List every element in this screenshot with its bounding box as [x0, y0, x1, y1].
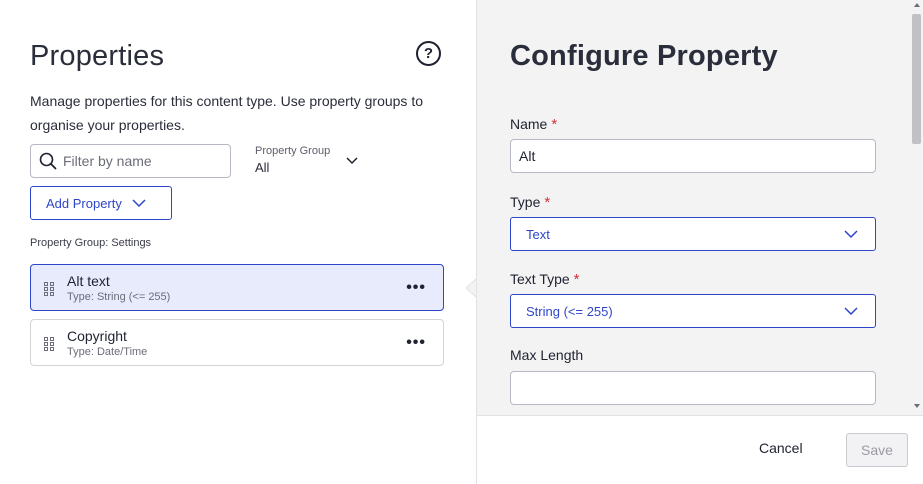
- property-group-heading: Property Group: Settings: [30, 237, 152, 249]
- configure-property-panel: Configure Property Name * Alt Type * Text …: [476, 0, 923, 484]
- configure-title: Configure Property: [510, 40, 778, 72]
- property-type: Type: String (<= 255): [67, 291, 171, 303]
- type-field-label: Type *: [510, 194, 551, 211]
- dialog-footer: Cancel Save: [477, 415, 923, 484]
- property-group-label: Property Group: [255, 145, 331, 157]
- page-title: Properties: [30, 40, 165, 72]
- filter-field[interactable]: [30, 144, 231, 178]
- property-item-alt-text[interactable]: Alt text Type: String (<= 255) •••: [30, 264, 444, 311]
- property-name: Alt text: [67, 273, 110, 289]
- scrollbar[interactable]: [910, 0, 923, 415]
- text-type-select-value: String (<= 255): [526, 303, 613, 319]
- drag-handle-icon[interactable]: [44, 282, 54, 296]
- chevron-down-icon: [132, 199, 146, 207]
- page-description: Manage properties for this content type.…: [30, 93, 423, 133]
- chevron-down-icon: [346, 157, 358, 165]
- name-input[interactable]: Alt: [510, 139, 876, 173]
- add-property-button[interactable]: Add Property: [30, 186, 172, 220]
- scrollbar-thumb[interactable]: [912, 14, 921, 144]
- required-marker: *: [551, 116, 558, 133]
- property-name: Copyright: [67, 328, 127, 344]
- cancel-button[interactable]: Cancel: [759, 440, 803, 456]
- type-select[interactable]: Text: [510, 217, 876, 251]
- scroll-up-icon[interactable]: [914, 3, 920, 7]
- more-icon[interactable]: •••: [406, 334, 426, 352]
- text-type-field-label: Text Type *: [510, 271, 580, 288]
- scroll-down-icon[interactable]: [914, 404, 920, 408]
- required-marker: *: [573, 271, 580, 288]
- chevron-down-icon: [844, 307, 858, 315]
- drag-handle-icon[interactable]: [44, 337, 54, 351]
- name-field-label: Name *: [510, 116, 558, 133]
- property-type: Type: Date/Time: [67, 346, 148, 358]
- properties-panel: Properties ? Manage properties for this …: [0, 0, 478, 484]
- filter-input[interactable]: [63, 153, 213, 169]
- help-icon[interactable]: ?: [416, 41, 441, 66]
- search-icon: [39, 152, 57, 170]
- text-type-select[interactable]: String (<= 255): [510, 294, 876, 328]
- max-length-input[interactable]: [510, 371, 876, 405]
- max-length-field-label: Max Length: [510, 347, 584, 363]
- type-select-value: Text: [526, 226, 550, 242]
- property-item-copyright[interactable]: Copyright Type: Date/Time •••: [30, 319, 444, 366]
- property-group-select[interactable]: Property Group All: [255, 145, 365, 179]
- save-button[interactable]: Save: [846, 433, 908, 467]
- add-property-label: Add Property: [46, 195, 122, 211]
- required-marker: *: [544, 194, 551, 211]
- more-icon[interactable]: •••: [406, 279, 426, 297]
- chevron-down-icon: [844, 230, 858, 238]
